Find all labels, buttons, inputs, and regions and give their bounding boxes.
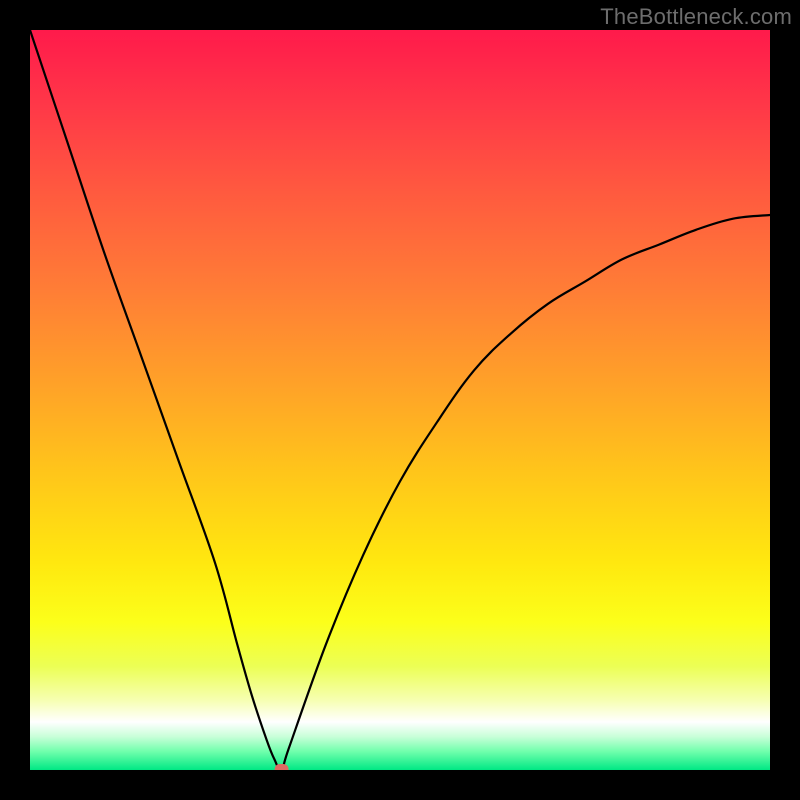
watermark-text: TheBottleneck.com	[600, 4, 792, 30]
plot-area	[30, 30, 770, 770]
gradient-background	[30, 30, 770, 770]
bottleneck-chart	[30, 30, 770, 770]
chart-frame: TheBottleneck.com	[0, 0, 800, 800]
